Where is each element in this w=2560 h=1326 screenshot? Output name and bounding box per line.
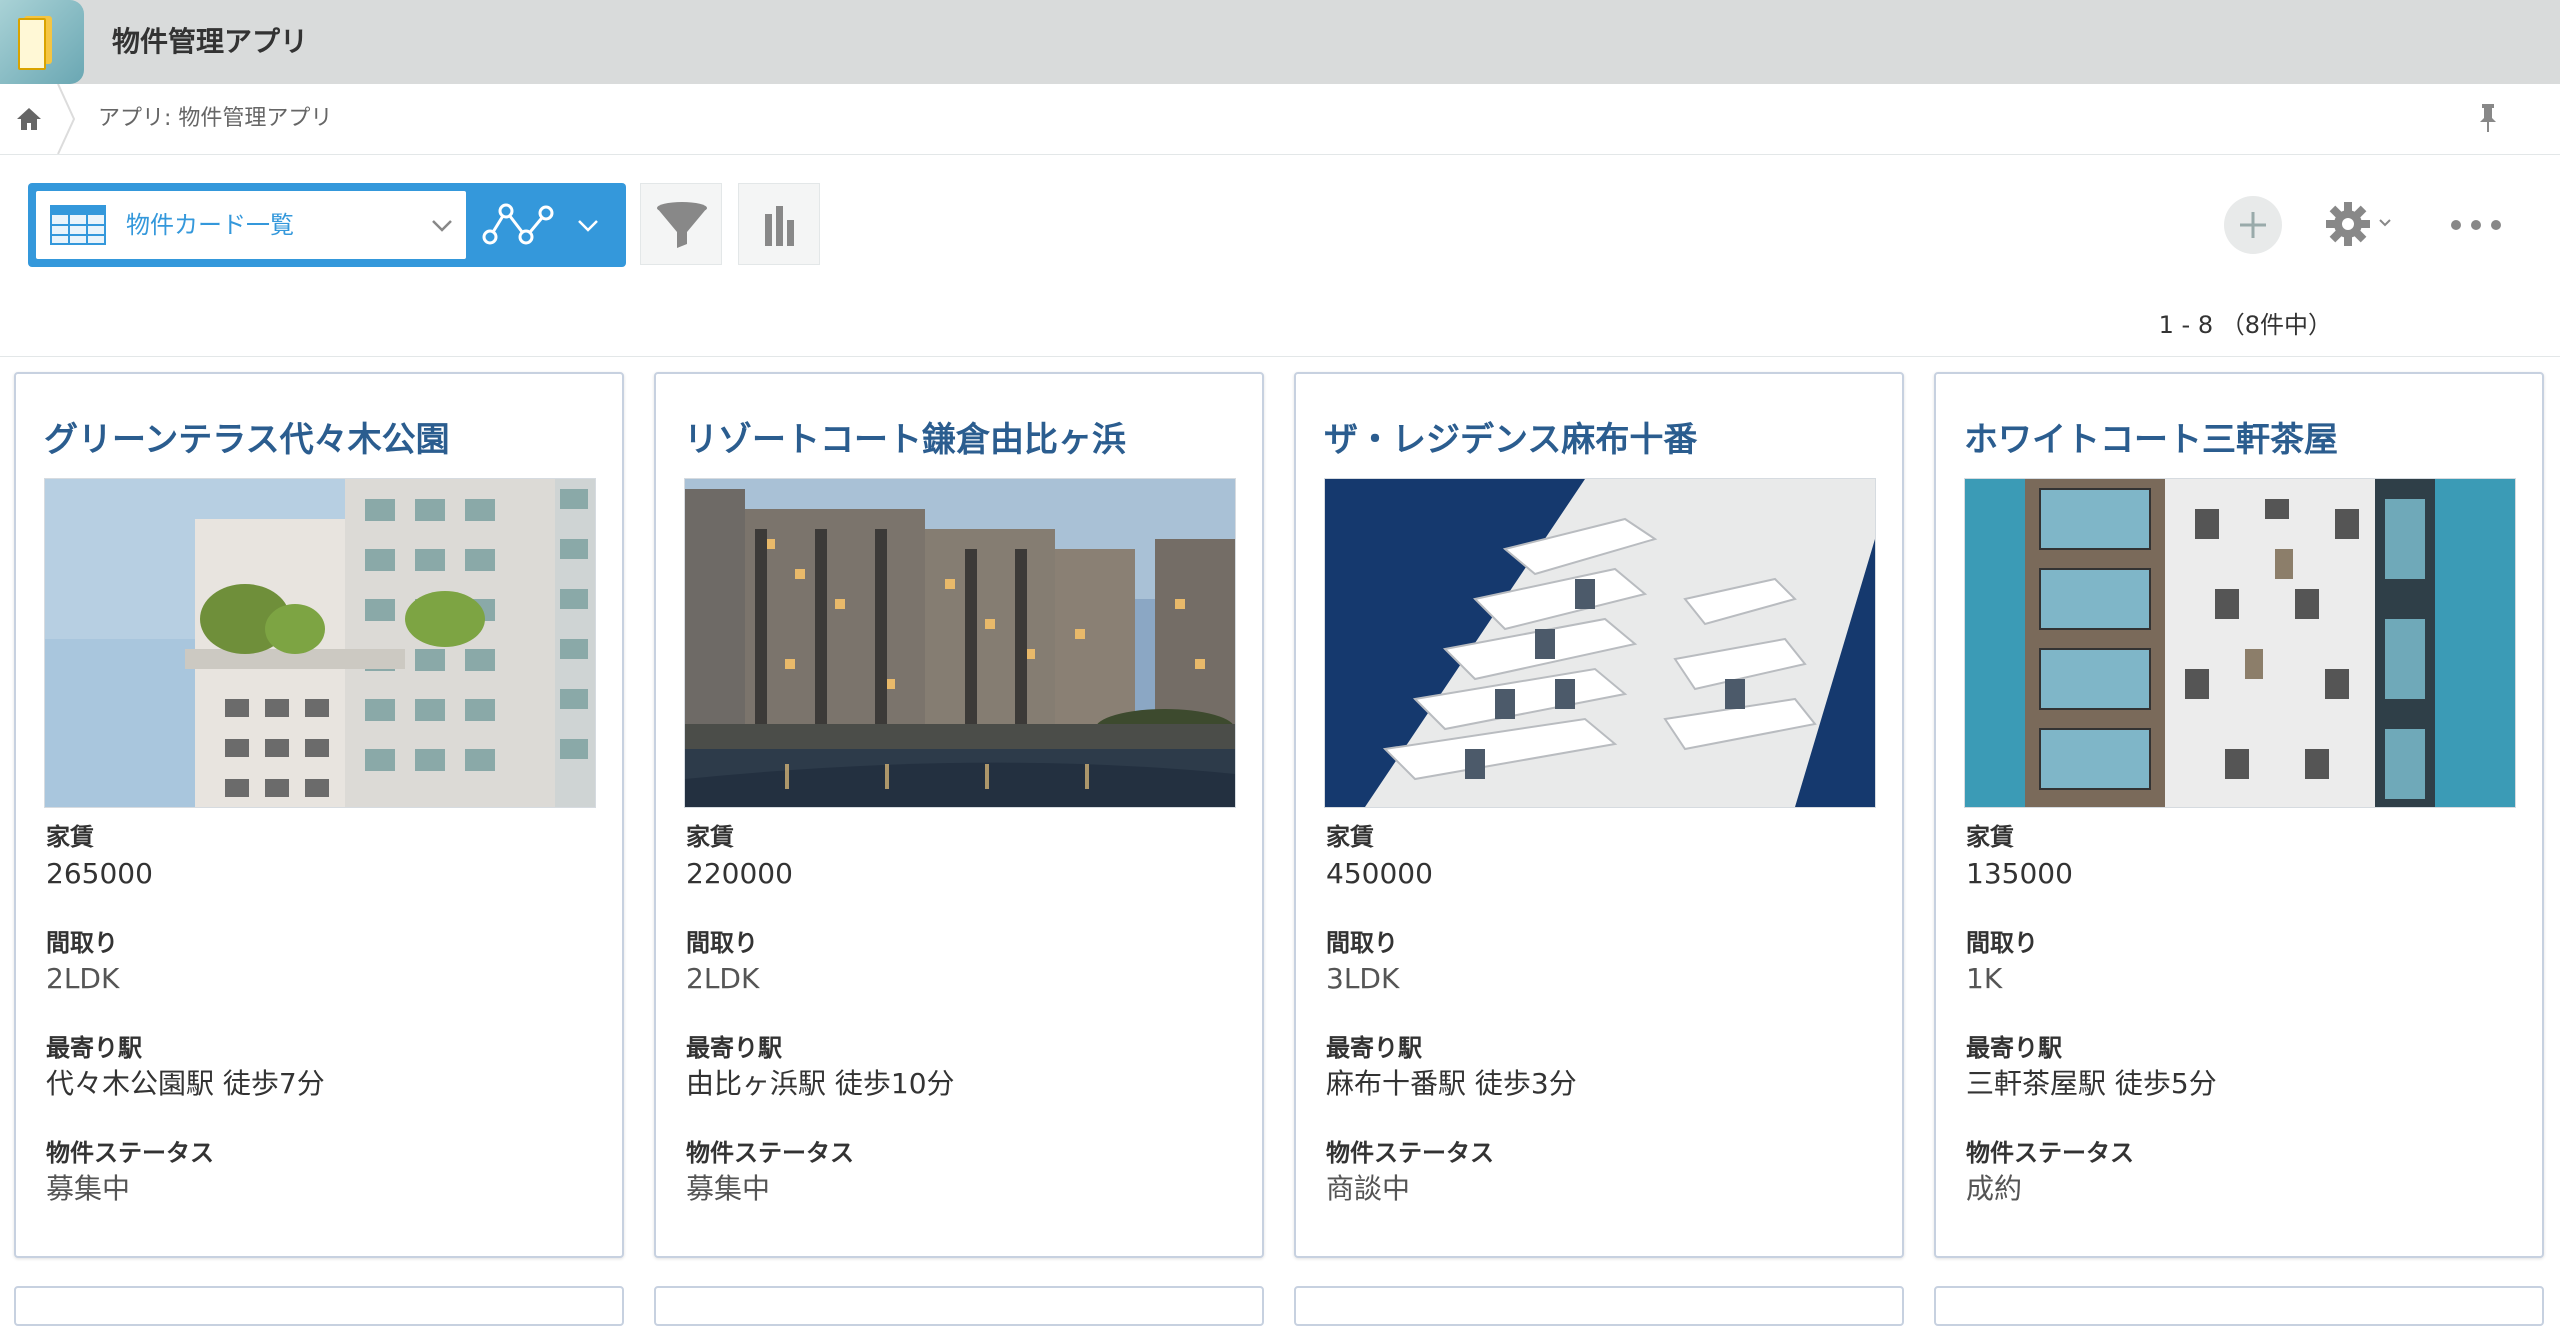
card-title[interactable]: リゾートコート鎌倉由比ヶ浜 (684, 416, 1126, 464)
field-value-station: 由比ヶ浜駅 徒歩10分 (686, 1067, 955, 1100)
view-selector[interactable]: 物件カード一覧 (28, 183, 626, 267)
breadcrumb-app-link[interactable]: アプリ: 物件管理アプリ (98, 102, 332, 136)
content-divider (0, 356, 2560, 357)
field-label-rent: 家賃 (1326, 823, 1374, 851)
field-label-rent: 家賃 (1966, 823, 2014, 851)
field-value-station: 代々木公園駅 徒歩7分 (46, 1067, 325, 1100)
field-value-status: 成約 (1966, 1172, 2023, 1205)
add-record-button[interactable] (2224, 196, 2282, 254)
app-icon[interactable] (0, 0, 84, 84)
field-label-rent: 家賃 (686, 823, 734, 851)
field-value-rent: 265000 (46, 857, 153, 890)
settings-button[interactable] (2322, 196, 2402, 252)
breadcrumb-separator (56, 83, 76, 155)
field-value-layout: 2LDK (686, 962, 760, 995)
card-title[interactable]: ホワイトコート三軒茶屋 (1964, 416, 2338, 464)
record-card[interactable] (654, 1286, 1264, 1326)
app-header: 物件管理アプリ (0, 0, 2560, 84)
home-icon[interactable] (14, 104, 44, 134)
field-label-status: 物件ステータス (1966, 1139, 2134, 1167)
record-card[interactable] (1934, 1286, 2544, 1326)
field-value-station: 麻布十番駅 徒歩3分 (1326, 1067, 1577, 1100)
property-photo[interactable] (44, 478, 596, 808)
field-label-layout: 間取り (686, 929, 758, 957)
plus-icon (2240, 212, 2266, 238)
field-label-layout: 間取り (1966, 929, 2038, 957)
record-card[interactable]: リゾートコート鎌倉由比ヶ浜 家賃 220000 間取り 2LDK 最寄り駅 由比… (654, 372, 1264, 1258)
view-dropdown[interactable]: 物件カード一覧 (36, 191, 466, 259)
grid-view-icon (50, 205, 106, 245)
pin-icon[interactable] (2472, 100, 2504, 136)
field-value-rent: 220000 (686, 857, 793, 890)
record-card[interactable]: ホワイトコート三軒茶屋 家賃 135000 間取り 1K 最寄り駅 三軒茶屋駅 … (1934, 372, 2544, 1258)
chevron-down-icon (430, 213, 454, 237)
field-value-layout: 2LDK (46, 962, 120, 995)
field-value-rent: 450000 (1326, 857, 1433, 890)
field-label-layout: 間取り (1326, 929, 1398, 957)
field-label-rent: 家賃 (46, 823, 94, 851)
field-value-rent: 135000 (1966, 857, 2073, 890)
pagination-info: 1 - 8 （8件中） (2158, 311, 2332, 339)
chart-button[interactable] (738, 183, 820, 265)
record-card[interactable]: グリーンテラス代々木公園 家賃 265000 間取り 2LDK 最寄り駅 代々木… (14, 372, 624, 1258)
field-value-layout: 1K (1966, 962, 2003, 995)
view-label: 物件カード一覧 (126, 211, 294, 239)
chevron-down-icon[interactable] (576, 213, 600, 237)
filter-button[interactable] (640, 183, 722, 265)
breadcrumb: アプリ: 物件管理アプリ (0, 83, 2560, 155)
field-label-station: 最寄り駅 (686, 1034, 782, 1062)
field-label-status: 物件ステータス (46, 1139, 214, 1167)
record-card[interactable] (1294, 1286, 1904, 1326)
record-card[interactable]: ザ・レジデンス麻布十番 家賃 450000 間取り 3LDK 最寄り駅 麻布十番… (1294, 372, 1904, 1258)
app-icon-front (18, 18, 46, 70)
field-value-status: 募集中 (686, 1172, 771, 1205)
app-title[interactable]: 物件管理アプリ (112, 22, 308, 62)
field-label-station: 最寄り駅 (1326, 1034, 1422, 1062)
field-label-station: 最寄り駅 (46, 1034, 142, 1062)
property-photo[interactable] (684, 478, 1236, 808)
card-title[interactable]: ザ・レジデンス麻布十番 (1324, 416, 1697, 464)
more-icon (2451, 220, 2501, 230)
field-value-layout: 3LDK (1326, 962, 1400, 995)
field-label-status: 物件ステータス (686, 1139, 854, 1167)
property-photo[interactable] (1324, 478, 1876, 808)
field-label-station: 最寄り駅 (1966, 1034, 2062, 1062)
bar-chart-icon (765, 206, 794, 246)
field-label-layout: 間取り (46, 929, 118, 957)
property-photo[interactable] (1964, 478, 2516, 808)
card-title[interactable]: グリーンテラス代々木公園 (44, 416, 450, 464)
more-options-button[interactable] (2446, 208, 2506, 242)
field-value-status: 募集中 (46, 1172, 131, 1205)
filter-icon (657, 202, 707, 248)
field-value-station: 三軒茶屋駅 徒歩5分 (1966, 1067, 2217, 1100)
gear-icon (2326, 202, 2391, 246)
field-label-status: 物件ステータス (1326, 1139, 1494, 1167)
field-value-status: 商談中 (1326, 1172, 1411, 1205)
graph-icon[interactable] (482, 199, 554, 251)
record-card[interactable] (14, 1286, 624, 1326)
